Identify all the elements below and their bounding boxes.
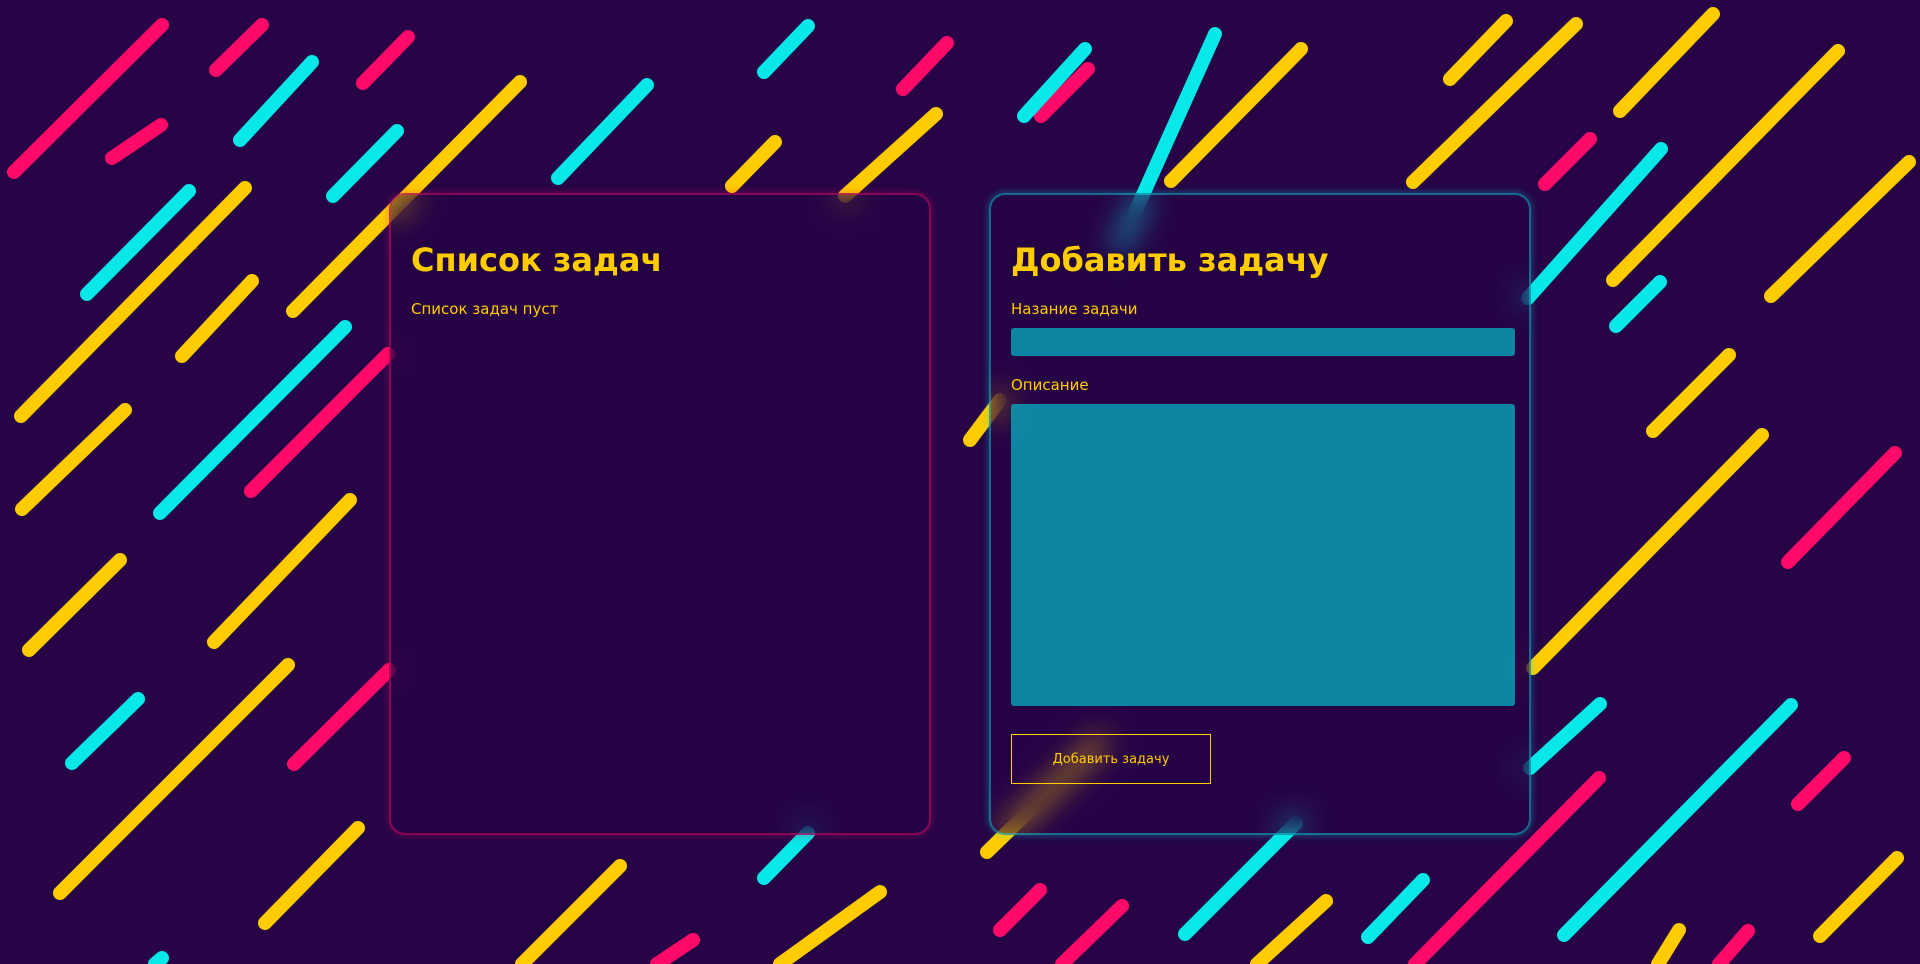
background-stripe (551, 78, 654, 185)
background-stripe (233, 55, 319, 147)
add-task-button[interactable]: Добавить задачу (1011, 734, 1211, 785)
background-stripe (515, 859, 627, 964)
background-stripe (14, 181, 252, 423)
background-stripe (1791, 751, 1851, 811)
background-stripe (209, 18, 269, 77)
background-stripe (258, 821, 365, 930)
background-stripe (1538, 132, 1597, 191)
background-stripe (1646, 348, 1736, 438)
background-stripe (1055, 899, 1129, 964)
background-stripe (1712, 924, 1755, 964)
app-root: Список задач Список задач пуст Добавить … (0, 0, 1920, 964)
background-stripe (1250, 894, 1333, 964)
background-stripe (7, 18, 169, 179)
background-stripe (15, 403, 132, 516)
background-stripe (244, 347, 395, 498)
add-task-title: Добавить задачу (1011, 241, 1329, 279)
background-stripe (207, 493, 357, 649)
background-stripe (1651, 923, 1686, 964)
background-stripe (326, 124, 404, 203)
background-stripe (725, 135, 782, 193)
background-stripe (993, 883, 1047, 937)
background-stripe (356, 30, 415, 90)
background-stripe (53, 658, 295, 900)
task-name-label: Назание задачи (1011, 300, 1138, 319)
background-stripe (757, 19, 815, 79)
background-stripe (1523, 697, 1607, 775)
background-stripe (1178, 816, 1303, 941)
background-stripes (7, 7, 1916, 964)
background-stripe (22, 553, 127, 657)
task-list-empty-message: Список задач пуст (411, 300, 559, 319)
background-stripe (175, 274, 259, 363)
background-stripe (1609, 275, 1667, 333)
background-stripe (105, 118, 168, 165)
background-stripe (773, 885, 887, 964)
background-stripe (838, 107, 943, 203)
task-description-textarea[interactable] (1011, 404, 1515, 707)
background-stripe (1443, 14, 1513, 86)
background-stripe (1406, 17, 1583, 189)
background-stripe (757, 826, 815, 885)
task-list-panel: Список задач Список задач пуст (389, 193, 931, 835)
add-task-panel: Добавить задачу Назание задачи Описание … (989, 193, 1531, 835)
background-stripe (1613, 7, 1720, 118)
task-description-label: Описание (1011, 376, 1089, 395)
task-name-input[interactable] (1011, 328, 1515, 357)
background-stripe (650, 933, 700, 964)
task-list-title: Список задач (411, 241, 663, 279)
background-stripe (80, 184, 196, 301)
background-stripe (1557, 698, 1798, 942)
background-stripe (1781, 446, 1902, 569)
background-stripe (148, 951, 169, 964)
background-stripe (1361, 873, 1430, 944)
background-stripe (287, 663, 396, 771)
background-stripe (1164, 42, 1308, 188)
background-stripe (65, 692, 145, 770)
background-stripe (1526, 428, 1769, 675)
background-stripe (1813, 851, 1904, 943)
background-stripe (1764, 155, 1916, 303)
background-stripe (896, 36, 954, 96)
